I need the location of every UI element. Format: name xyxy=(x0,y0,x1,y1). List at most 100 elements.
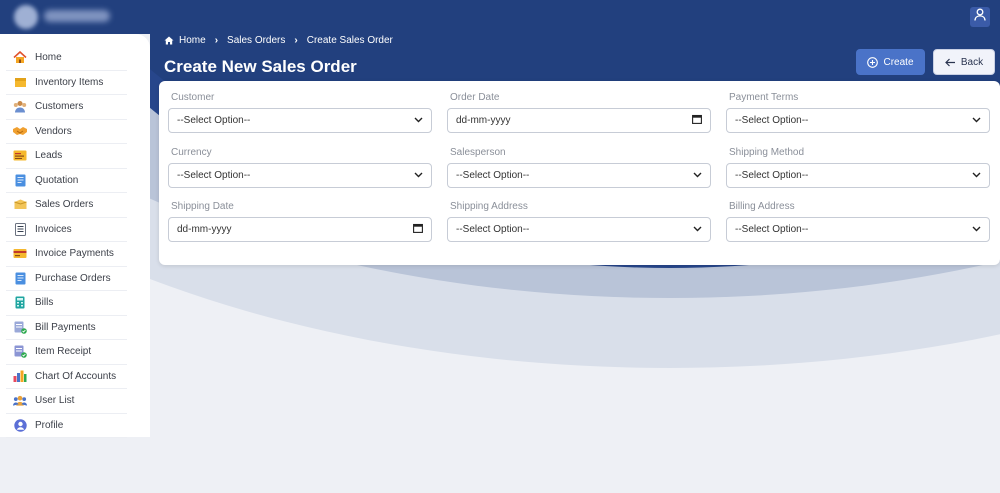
sidebar-item-user-list[interactable]: User List xyxy=(6,389,127,414)
sidebar-item-label: Inventory Items xyxy=(35,76,104,88)
sidebar-item-leads[interactable]: Leads xyxy=(6,144,127,169)
create-button-label: Create xyxy=(883,56,914,68)
sidebar-item-quotation[interactable]: Quotation xyxy=(6,169,127,193)
select-value: --Select Option-- xyxy=(177,115,251,126)
shipping-date-field: Shipping Date dd-mm-yyyy xyxy=(168,201,432,242)
chevron-down-icon xyxy=(972,115,981,126)
profile-icon xyxy=(13,418,27,432)
field-label: Shipping Date xyxy=(171,201,234,212)
users-icon xyxy=(13,394,27,408)
calculator-icon xyxy=(13,296,27,310)
sidebar-item-bill-payments[interactable]: Bill Payments xyxy=(6,316,127,340)
handshake-icon xyxy=(13,124,27,138)
sidebar-item-chart-of-accounts[interactable]: Chart Of Accounts xyxy=(6,365,127,389)
box-icon xyxy=(13,198,27,212)
sales-order-form: Customer --Select Option-- Order Date dd… xyxy=(159,81,1000,265)
sidebar-item-label: Leads xyxy=(35,150,63,162)
sidebar-item-purchase-orders[interactable]: Purchase Orders xyxy=(6,267,127,291)
sidebar: Home Inventory Items Customers Vendors L… xyxy=(0,34,150,438)
sidebar-item-label: Item Receipt xyxy=(35,346,92,358)
field-label: Currency xyxy=(171,147,212,158)
shipping-address-field: Shipping Address --Select Option-- xyxy=(447,201,711,242)
field-label: Shipping Method xyxy=(729,147,805,158)
sidebar-item-label: Invoice Payments xyxy=(35,248,114,260)
sidebar-item-label: Bills xyxy=(35,297,54,309)
sidebar-item-label: Profile xyxy=(35,419,64,431)
sidebar-item-invoice-payments[interactable]: Invoice Payments xyxy=(6,242,127,267)
currency-select[interactable]: --Select Option-- xyxy=(168,163,432,188)
select-value: --Select Option-- xyxy=(735,170,809,181)
sidebar-item-label: Home xyxy=(35,52,62,64)
receipt-check-icon xyxy=(13,345,27,359)
sidebar-item-label: Invoices xyxy=(35,223,72,235)
sidebar-item-sales-orders[interactable]: Sales Orders xyxy=(6,193,127,218)
bill-check-icon xyxy=(13,320,27,334)
shipping-method-select[interactable]: --Select Option-- xyxy=(726,163,990,188)
chevron-right-icon: › xyxy=(294,34,298,46)
sidebar-item-bills[interactable]: Bills xyxy=(6,291,127,316)
invoice-icon xyxy=(13,222,27,236)
logo-text-blurred xyxy=(44,10,110,22)
breadcrumb: Home › Sales Orders › Create Sales Order xyxy=(164,34,393,46)
sidebar-item-home[interactable]: Home xyxy=(6,46,127,71)
sidebar-item-label: Bill Payments xyxy=(35,321,96,333)
date-value: dd-mm-yyyy xyxy=(177,224,232,235)
chevron-right-icon: › xyxy=(214,34,219,46)
salesperson-select[interactable]: --Select Option-- xyxy=(447,163,711,188)
sidebar-item-label: Quotation xyxy=(35,174,79,186)
field-label: Billing Address xyxy=(729,201,795,212)
chevron-down-icon xyxy=(414,170,423,181)
user-menu-button[interactable] xyxy=(970,7,990,27)
billing-address-select[interactable]: --Select Option-- xyxy=(726,217,990,242)
select-value: --Select Option-- xyxy=(735,224,809,235)
back-button[interactable]: Back xyxy=(933,49,995,75)
sidebar-item-customers[interactable]: Customers xyxy=(6,95,127,120)
leads-icon xyxy=(13,149,27,163)
app-logo[interactable] xyxy=(14,4,114,30)
arrow-left-icon xyxy=(945,58,956,67)
document-icon xyxy=(13,173,27,187)
salesperson-field: Salesperson --Select Option-- xyxy=(447,147,711,188)
calendar-icon[interactable] xyxy=(413,223,423,236)
customer-select[interactable]: --Select Option-- xyxy=(168,108,432,133)
select-value: --Select Option-- xyxy=(735,115,809,126)
sidebar-item-vendors[interactable]: Vendors xyxy=(6,120,127,144)
shipping-address-select[interactable]: --Select Option-- xyxy=(447,217,711,242)
field-label: Order Date xyxy=(450,92,500,103)
order-date-field: Order Date dd-mm-yyyy xyxy=(447,92,711,133)
order-date-input[interactable]: dd-mm-yyyy xyxy=(447,108,711,133)
create-button[interactable]: Create xyxy=(856,49,925,75)
chevron-down-icon xyxy=(972,170,981,181)
chevron-down-icon xyxy=(693,224,702,235)
sidebar-menu: Home Inventory Items Customers Vendors L… xyxy=(0,34,150,438)
calendar-icon[interactable] xyxy=(692,114,702,127)
sidebar-item-item-receipt[interactable]: Item Receipt xyxy=(6,340,127,365)
sidebar-item-invoices[interactable]: Invoices xyxy=(6,218,127,242)
box-icon xyxy=(13,75,27,89)
sidebar-item-label: Vendors xyxy=(35,125,72,137)
field-label: Shipping Address xyxy=(450,201,528,212)
chevron-down-icon xyxy=(972,224,981,235)
breadcrumb-home[interactable]: Home xyxy=(179,35,206,46)
shipping-date-input[interactable]: dd-mm-yyyy xyxy=(168,217,432,242)
customer-field: Customer --Select Option-- xyxy=(168,92,432,133)
customers-icon xyxy=(13,100,27,114)
breadcrumb-current: Create Sales Order xyxy=(306,34,393,46)
sidebar-item-label: Chart Of Accounts xyxy=(35,370,117,382)
sidebar-item-profile[interactable]: Profile xyxy=(6,414,127,438)
breadcrumb-sales-orders[interactable]: Sales Orders xyxy=(227,35,285,46)
back-button-label: Back xyxy=(960,56,984,68)
field-label: Customer xyxy=(171,92,215,103)
top-bar xyxy=(0,0,1000,34)
payment-terms-field: Payment Terms --Select Option-- xyxy=(726,92,990,133)
chevron-down-icon xyxy=(693,170,702,181)
field-label: Salesperson xyxy=(450,147,506,158)
sidebar-item-label: Customers xyxy=(35,101,84,113)
payment-icon xyxy=(13,247,27,261)
billing-address-field: Billing Address --Select Option-- xyxy=(726,201,990,242)
document-icon xyxy=(13,271,27,285)
date-value: dd-mm-yyyy xyxy=(456,115,511,126)
plus-circle-icon xyxy=(867,56,879,68)
payment-terms-select[interactable]: --Select Option-- xyxy=(726,108,990,133)
sidebar-item-inventory-items[interactable]: Inventory Items xyxy=(6,71,127,95)
